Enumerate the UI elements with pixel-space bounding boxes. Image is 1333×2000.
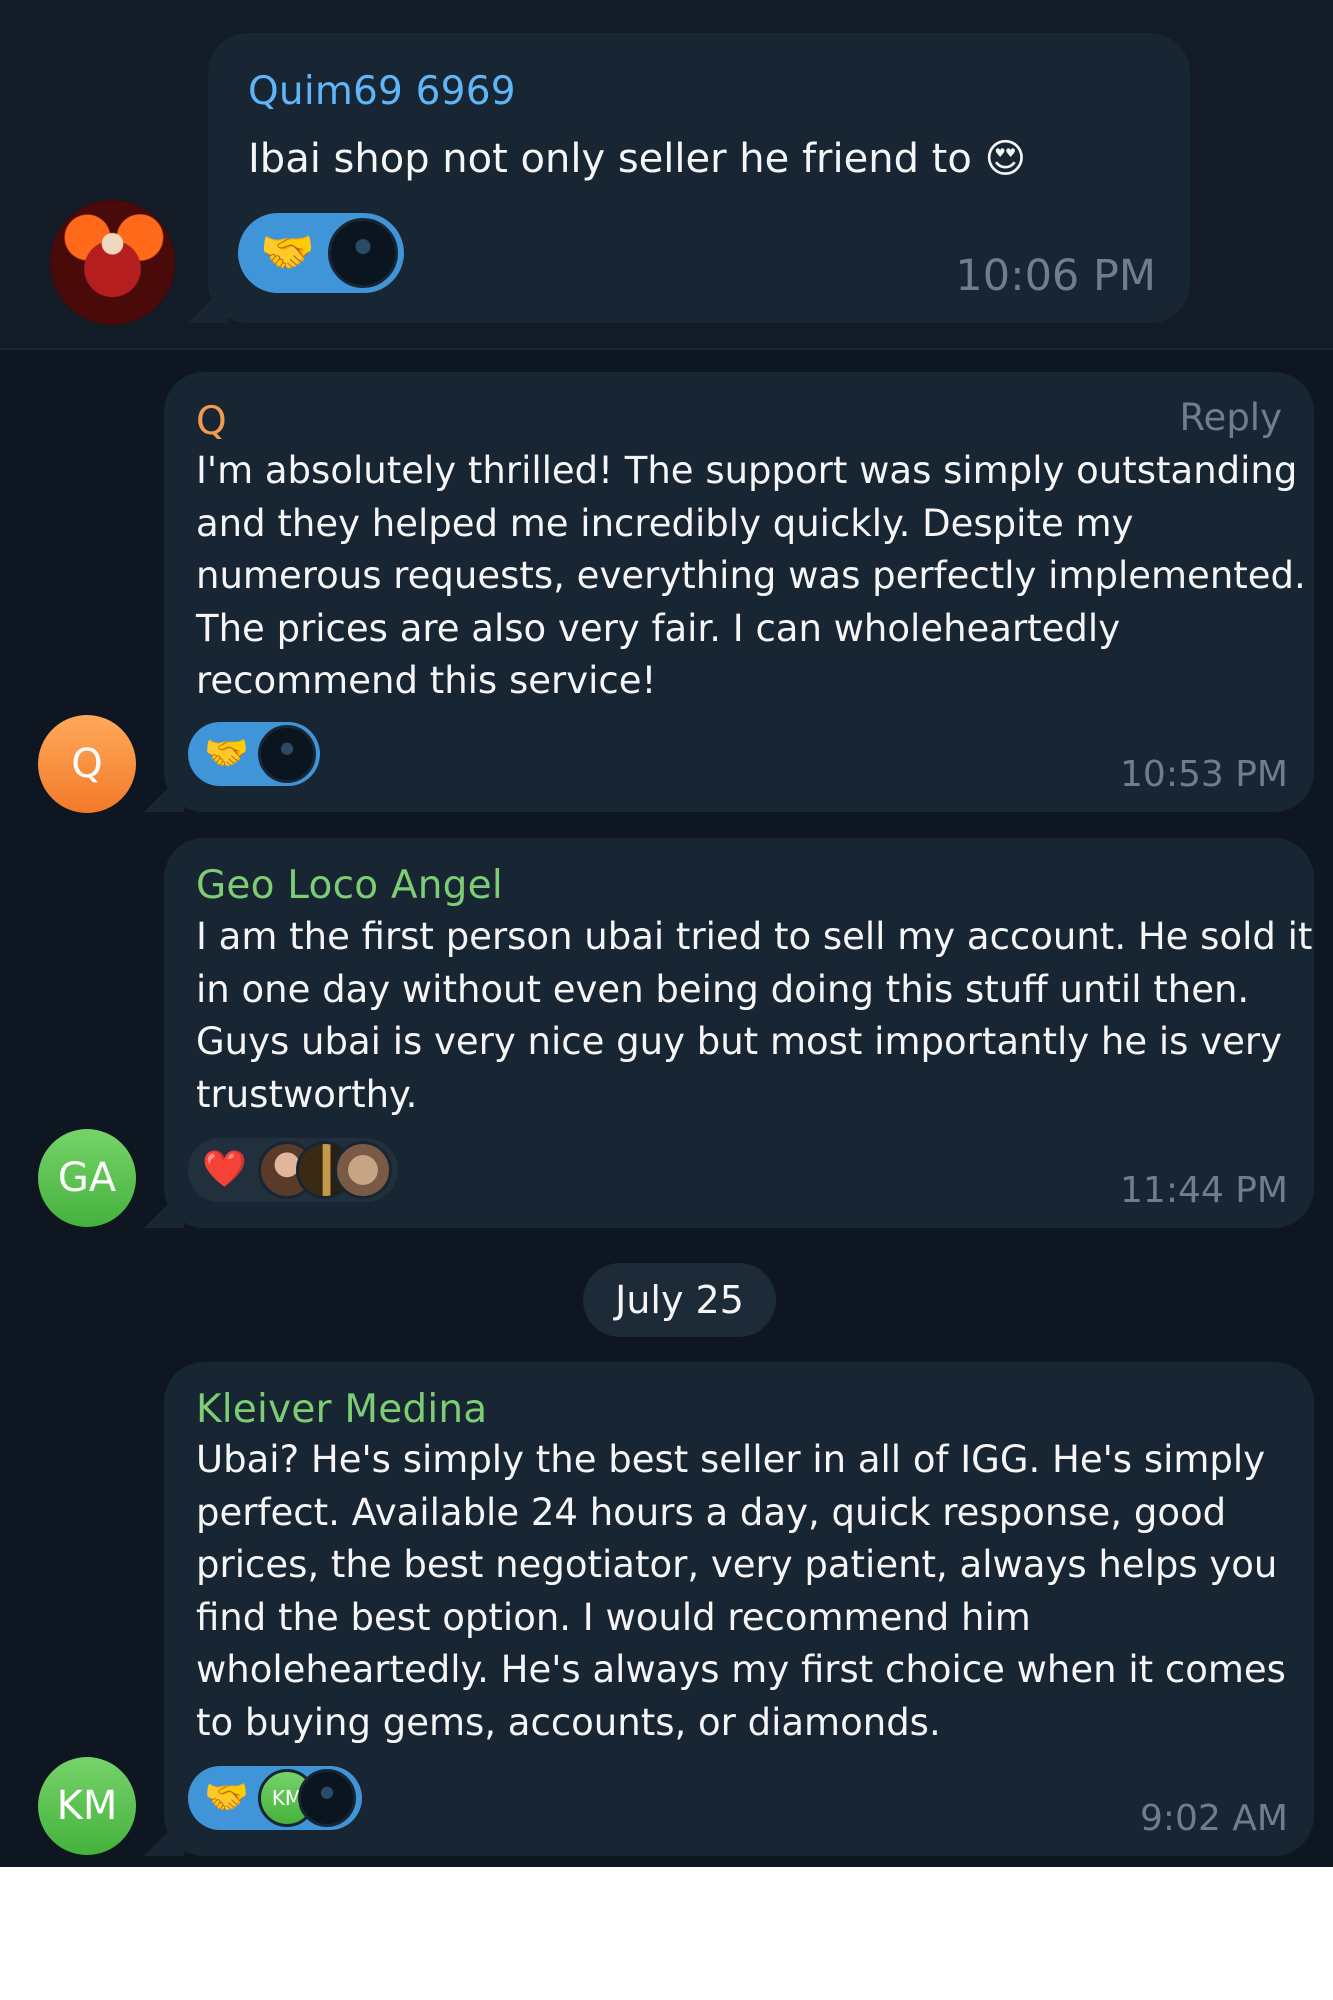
reaction-heart[interactable]: ❤️ xyxy=(188,1138,398,1202)
reaction-handshake[interactable]: 🤝 KM xyxy=(188,1766,362,1830)
message-text: Ubai? He's simply the best seller in all… xyxy=(196,1438,1286,1744)
reaction-handshake[interactable]: 🤝 xyxy=(188,722,320,786)
heart-icon: ❤️ xyxy=(202,1149,247,1190)
message-bubble-q[interactable]: Q Reply I'm absolutely thrilled! The sup… xyxy=(144,372,1314,812)
divider xyxy=(0,348,1333,350)
message-bubble-quim69[interactable]: Quim69 6969 Ibai shop not only seller he… xyxy=(188,33,1190,323)
sender-name[interactable]: Q xyxy=(196,399,227,444)
reply-link[interactable]: Reply xyxy=(1180,396,1282,439)
bubble-tail xyxy=(144,772,184,812)
date-separator: July 25 xyxy=(583,1263,776,1337)
message-bubble-kleiver-medina[interactable]: Kleiver Medina Ubai? He's simply the bes… xyxy=(144,1362,1314,1856)
sender-name[interactable]: Quim69 6969 xyxy=(248,69,516,114)
bubble-tail xyxy=(144,1188,184,1228)
message-text: I'm absolutely thrilled! The support was… xyxy=(196,449,1306,702)
reaction-handshake[interactable]: 🤝 xyxy=(238,213,404,293)
message-time: 10:53 PM xyxy=(1120,754,1288,795)
reactor-avatar-logo xyxy=(298,1769,356,1827)
message-time: 11:44 PM xyxy=(1120,1170,1288,1211)
handshake-icon: 🤝 xyxy=(204,733,249,774)
avatar-quim69[interactable] xyxy=(50,200,175,325)
avatar-ga[interactable]: GA xyxy=(38,1129,136,1227)
message-time: 10:06 PM xyxy=(955,251,1156,301)
message-text: I am the first person ubai tried to sell… xyxy=(196,915,1313,1116)
handshake-icon: 🤝 xyxy=(204,1777,249,1818)
sender-name[interactable]: Kleiver Medina xyxy=(196,1387,487,1432)
sender-name[interactable]: Geo Loco Angel xyxy=(196,863,503,908)
reactor-avatar-3 xyxy=(334,1141,392,1199)
message-text: Ibai shop not only seller he friend to 😍 xyxy=(248,136,1027,182)
chat-history[interactable]: Quim69 6969 Ibai shop not only seller he… xyxy=(0,0,1333,1867)
message-time: 9:02 AM xyxy=(1140,1798,1288,1839)
message-bubble-geo-loco-angel[interactable]: Geo Loco Angel I am the first person uba… xyxy=(144,838,1314,1228)
avatar-q[interactable]: Q xyxy=(38,715,136,813)
handshake-icon: 🤝 xyxy=(260,227,315,278)
reactor-avatar xyxy=(258,725,316,783)
bubble-tail xyxy=(144,1816,184,1856)
avatar-km[interactable]: KM xyxy=(38,1757,136,1855)
reactor-avatar xyxy=(328,218,398,288)
